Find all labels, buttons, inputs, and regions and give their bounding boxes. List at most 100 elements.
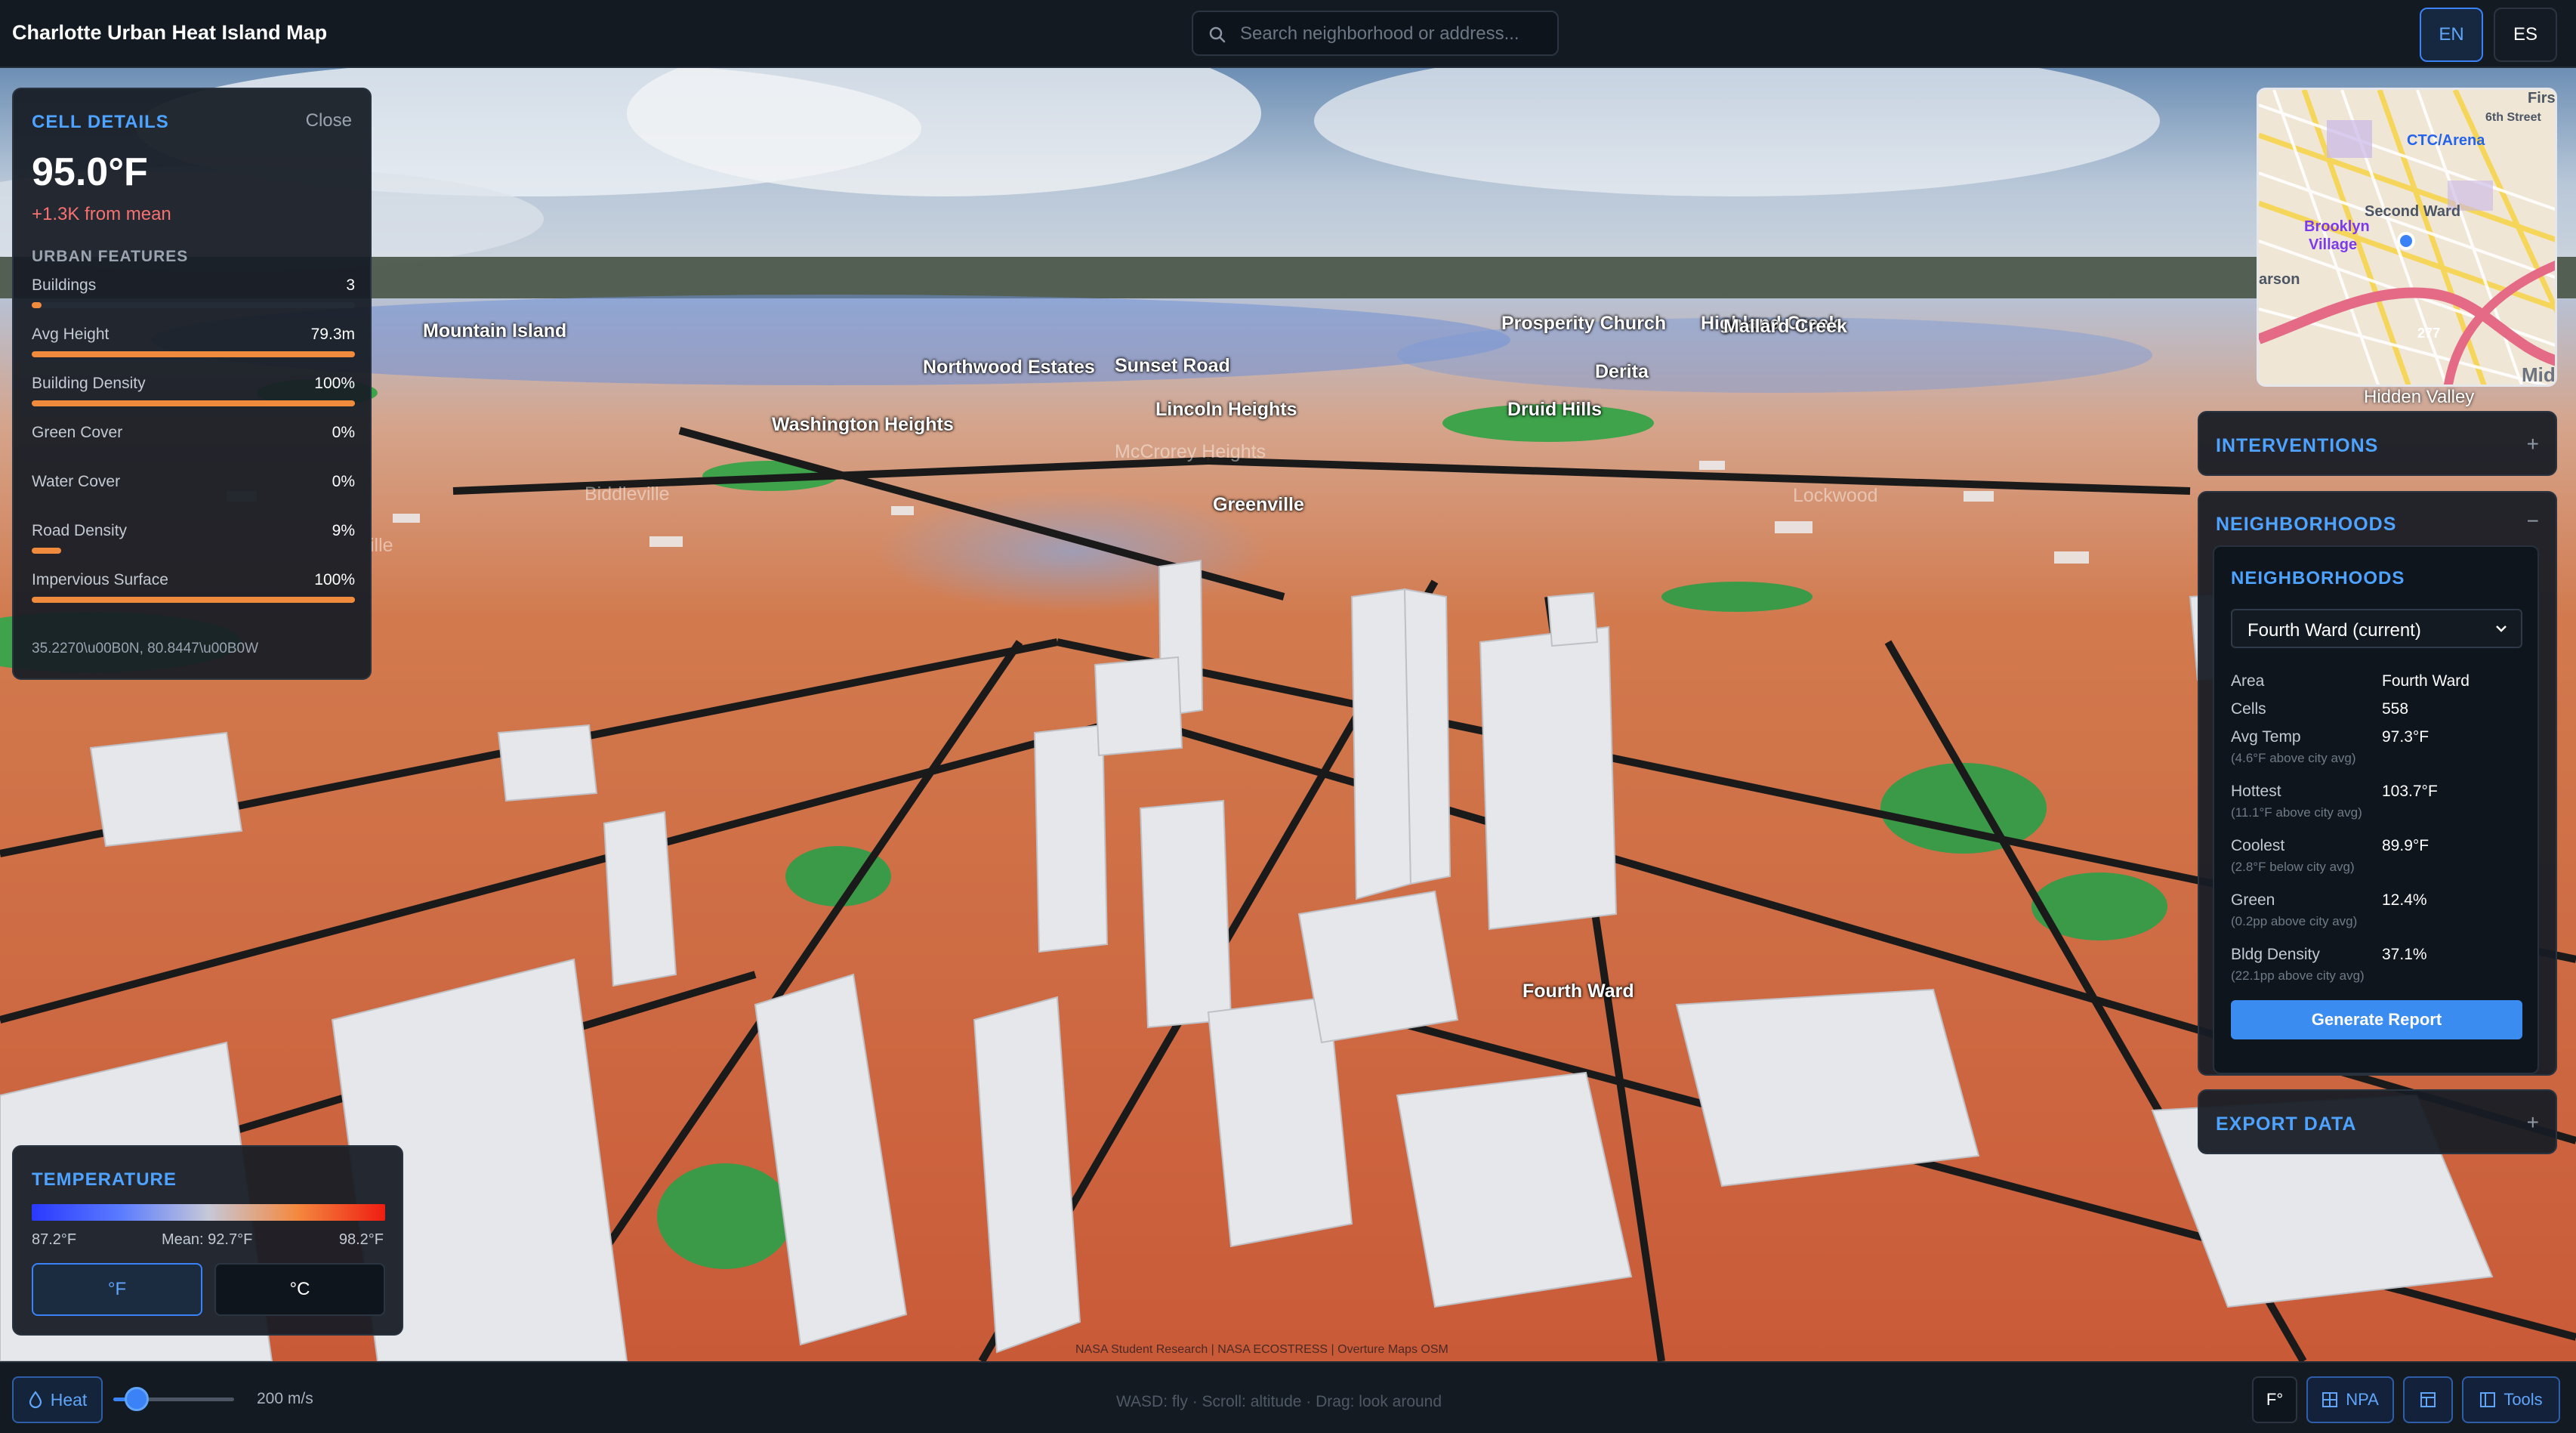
feature-green-cover: Green Cover 0% — [32, 424, 355, 463]
urban-features-heading: URBAN FEATURES — [32, 248, 189, 265]
feature-bar — [32, 302, 355, 308]
feature-bar-fill — [32, 302, 42, 308]
map-label-biddleville[interactable]: Biddleville — [585, 483, 670, 505]
stat-label: Green — [2231, 891, 2275, 909]
map-label-sunset-road[interactable]: Sunset Road — [1115, 355, 1230, 377]
droplet-icon — [29, 1391, 42, 1409]
stat-note: (0.2pp above city avg) — [2231, 914, 2358, 928]
minimap-label-second-ward: Second Ward — [2365, 203, 2461, 220]
map-label-hidden-valley: Hidden Valley — [2364, 387, 2475, 407]
unit-toggle-button[interactable]: F° — [2252, 1376, 2297, 1423]
app-title: Charlotte Urban Heat Island Map — [12, 21, 328, 44]
map-label-lockwood[interactable]: Lockwood — [1793, 485, 1878, 507]
language-en-button[interactable]: EN — [2420, 8, 2483, 62]
map-label-washington-heights[interactable]: Washington Heights — [772, 414, 954, 436]
map-label-fourth-ward[interactable]: Fourth Ward — [1522, 981, 1634, 1002]
cell-temperature-delta: +1.3K from mean — [32, 204, 171, 224]
generate-report-button[interactable]: Generate Report — [2231, 1000, 2522, 1039]
chevron-down-icon — [2496, 625, 2507, 632]
neighborhoods-title[interactable]: NEIGHBORHOODS — [2216, 514, 2396, 536]
sidebar-icon — [2480, 1392, 2496, 1407]
map-label-mccrorey-heights[interactable]: McCrorey Heights — [1115, 441, 1266, 463]
collapse-icon[interactable]: − — [2527, 509, 2539, 533]
minimap-label-ctc-arena: CTC/Arena — [2407, 132, 2485, 149]
neighborhood-panel: NEIGHBORHOODS Fourth Ward (current) Area… — [2213, 545, 2539, 1074]
npa-label: NPA — [2346, 1390, 2379, 1409]
feature-avg-height: Avg Height 79.3m — [32, 326, 355, 365]
stat-label: Avg Temp — [2231, 728, 2301, 746]
map-label-prosperity-church[interactable]: Prosperity Church — [1501, 313, 1666, 335]
tools-button[interactable]: Tools — [2462, 1376, 2560, 1423]
feature-bar-fill — [32, 400, 355, 406]
map-label-lincoln-heights[interactable]: Lincoln Heights — [1155, 399, 1297, 421]
stat-value: 97.3°F — [2382, 728, 2429, 746]
cell-coordinates: 35.2270\u00B0N, 80.8447\u00B0W — [32, 641, 259, 656]
search-icon — [1209, 26, 1226, 43]
stat-value: 89.9°F — [2382, 837, 2429, 854]
minimap[interactable]: CTC/Arena Second Ward Brooklyn Village F… — [2257, 88, 2557, 387]
temperature-color-scale — [32, 1204, 385, 1221]
map-label-ille[interactable]: ille — [370, 535, 393, 557]
cell-details-heading: CELL DETAILS — [32, 112, 169, 132]
feature-value: 3 — [346, 276, 355, 294]
temperature-heading: TEMPERATURE — [32, 1169, 177, 1190]
temperature-max: 98.2°F — [338, 1231, 384, 1248]
feature-impervious-surface: Impervious Surface 100% — [32, 571, 355, 610]
neighborhood-select[interactable]: Fourth Ward (current) — [2231, 609, 2522, 648]
npa-button[interactable]: NPA — [2306, 1376, 2394, 1423]
feature-bar — [32, 597, 355, 603]
stat-value: 558 — [2382, 700, 2409, 718]
layout-icon — [2420, 1392, 2436, 1407]
stat-note: (2.8°F below city avg) — [2231, 860, 2355, 874]
feature-label: Buildings — [32, 276, 97, 294]
map-label-druid-hills[interactable]: Druid Hills — [1507, 399, 1602, 421]
stat-value: Fourth Ward — [2382, 672, 2470, 690]
map-label-derita[interactable]: Derita — [1595, 361, 1649, 383]
tools-label: Tools — [2504, 1390, 2543, 1409]
bottom-toolbar: Heat 200 m/s WASD: fly · Scroll: altitud… — [0, 1361, 2576, 1433]
feature-value: 0% — [332, 473, 355, 490]
temperature-legend: TEMPERATURE 87.2°F Mean: 92.7°F 98.2°F °… — [12, 1145, 403, 1336]
grid-icon — [2322, 1392, 2338, 1407]
minimap-label-village: Village — [2309, 236, 2358, 253]
stat-label: Coolest — [2231, 837, 2285, 854]
feature-bar-fill — [32, 351, 355, 357]
minimap-label-brooklyn: Brooklyn — [2304, 218, 2370, 235]
minimap-label-midt: Midt — [2522, 363, 2556, 386]
interventions-section[interactable]: INTERVENTIONS + — [2198, 411, 2557, 476]
feature-value: 79.3m — [310, 326, 355, 343]
feature-water-cover: Water Cover 0% — [32, 473, 355, 512]
feature-value: 100% — [314, 571, 355, 588]
neighborhoods-section: NEIGHBORHOODS − NEIGHBORHOODS Fourth War… — [2198, 491, 2557, 1076]
feature-label: Green Cover — [32, 424, 123, 441]
map-label-mallard-creek[interactable]: Mallard Creek — [1723, 316, 1847, 338]
speed-slider[interactable] — [113, 1385, 234, 1413]
export-data-section[interactable]: EXPORT DATA + — [2198, 1089, 2557, 1154]
map-label-mountain-island[interactable]: Mountain Island — [423, 320, 566, 342]
expand-icon[interactable]: + — [2527, 432, 2539, 456]
speed-value: 200 m/s — [257, 1390, 313, 1407]
search-box[interactable] — [1192, 11, 1559, 56]
layout-button[interactable] — [2403, 1376, 2453, 1423]
neighborhood-panel-heading: NEIGHBORHOODS — [2231, 568, 2405, 588]
close-button[interactable]: Close — [306, 110, 352, 131]
expand-icon[interactable]: + — [2527, 1110, 2539, 1135]
celsius-button[interactable]: °C — [214, 1263, 385, 1316]
stat-value: 103.7°F — [2382, 783, 2438, 800]
fahrenheit-button[interactable]: °F — [32, 1263, 202, 1316]
search-input[interactable] — [1240, 20, 1542, 48]
controls-hint: WASD: fly · Scroll: altitude · Drag: loo… — [1116, 1393, 1442, 1410]
feature-value: 0% — [332, 424, 355, 441]
map-label-northwood-estates[interactable]: Northwood Estates — [923, 357, 1095, 378]
neighborhood-select-value: Fourth Ward (current) — [2247, 620, 2421, 641]
language-es-button[interactable]: ES — [2494, 8, 2557, 62]
stat-value: 12.4% — [2382, 891, 2427, 909]
map-label-greenville[interactable]: Greenville — [1213, 494, 1304, 516]
stat-label: Hottest — [2231, 783, 2281, 800]
stat-note: (11.1°F above city avg) — [2231, 805, 2362, 820]
stat-label: Bldg Density — [2231, 946, 2320, 963]
cell-details-panel: CELL DETAILS Close 95.0°F +1.3K from mea… — [12, 88, 372, 680]
feature-building-density: Building Density 100% — [32, 375, 355, 414]
slider-thumb[interactable] — [125, 1387, 150, 1411]
heat-layer-button[interactable]: Heat — [12, 1376, 103, 1423]
